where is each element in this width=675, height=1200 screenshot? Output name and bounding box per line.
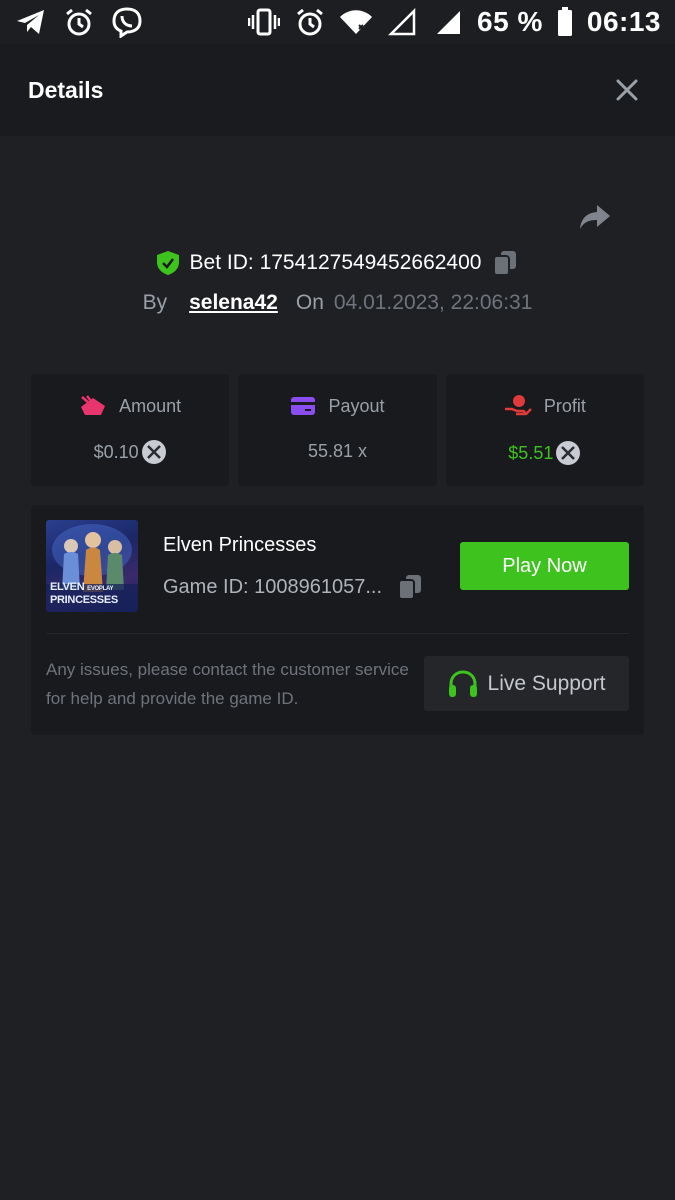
- live-support-label: Live Support: [487, 671, 606, 695]
- game-thumbnail[interactable]: ELVEN EVOPLAY PRINCESSES: [46, 520, 138, 612]
- copy-game-id-button[interactable]: [396, 573, 424, 601]
- copy-bet-id-button[interactable]: [491, 249, 519, 277]
- battery-icon: [555, 5, 575, 39]
- alarm-icon: [62, 5, 96, 39]
- game-id-row: Game ID: 1008961057...: [163, 573, 424, 601]
- bet-date: 04.01.2023, 22:06:31: [333, 291, 533, 314]
- share-button[interactable]: [574, 199, 616, 235]
- battery-percent: 65 %: [477, 6, 543, 37]
- amount-card: Amount $0.10: [31, 374, 230, 486]
- details-header: Details: [0, 44, 675, 136]
- thumb-line2: PRINCESSES: [50, 594, 118, 606]
- bet-id-text: Bet ID: 1754127549452662400: [190, 251, 482, 275]
- amount-value: $0.10: [93, 441, 139, 462]
- profit-label: Profit: [543, 395, 586, 416]
- page-title: Details: [28, 76, 104, 103]
- status-bar: 65 % 06:13: [0, 0, 675, 44]
- vibrate-icon: [247, 5, 281, 39]
- close-button[interactable]: [607, 70, 647, 110]
- share-icon: [580, 205, 610, 229]
- game-id: Game ID: 1008961057...: [163, 575, 383, 598]
- game-card: ELVEN EVOPLAY PRINCESSES Elven Princesse…: [31, 505, 644, 735]
- bet-id-row: Bet ID: 1754127549452662400: [0, 244, 675, 282]
- bet-meta-row: By selena42 On 04.01.2023, 22:06:31: [0, 284, 675, 322]
- on-label: On: [295, 291, 324, 314]
- viber-icon: [110, 5, 144, 39]
- copy-icon: [493, 251, 517, 276]
- signal-empty-icon: [385, 5, 419, 39]
- live-support-button[interactable]: Live Support: [424, 656, 629, 711]
- thumb-brand: EVOPLAY: [87, 586, 114, 592]
- profit-value: $5.51: [508, 442, 554, 463]
- profit-hand-icon: [504, 394, 532, 418]
- username-link[interactable]: selena42: [189, 291, 278, 315]
- divider: [46, 633, 629, 634]
- bet-id-prefix: Bet ID:: [189, 251, 254, 274]
- amount-label: Amount: [119, 395, 182, 416]
- copy-icon: [398, 575, 422, 600]
- verified-shield-icon: [156, 250, 180, 276]
- xrp-coin-icon: [555, 440, 581, 466]
- xrp-coin-icon: [141, 439, 167, 465]
- play-now-button[interactable]: Play Now: [460, 542, 629, 590]
- signal-icon: [431, 5, 465, 39]
- close-icon: [616, 79, 638, 101]
- bet-stats: Amount $0.10 Payout 55.81 x Profit $5.51: [31, 374, 644, 486]
- thumb-line1: ELVEN: [50, 581, 85, 593]
- clock: 06:13: [586, 6, 661, 37]
- payout-label: Payout: [328, 395, 385, 416]
- game-logo: ELVEN EVOPLAY PRINCESSES: [50, 582, 118, 606]
- profit-card: Profit $5.51: [445, 374, 644, 486]
- by-label: By: [142, 291, 168, 314]
- bet-id-value: 1754127549452662400: [259, 251, 482, 274]
- amount-icon: [79, 395, 107, 417]
- game-name: Elven Princesses: [163, 534, 317, 556]
- card-icon: [290, 396, 316, 416]
- payout-card: Payout 55.81 x: [238, 374, 437, 486]
- telegram-icon: [14, 5, 48, 39]
- wifi-icon: [339, 5, 373, 39]
- help-text: Any issues, please contact the customer …: [46, 660, 409, 708]
- payout-value: 55.81 x: [307, 441, 368, 461]
- headset-icon: [448, 669, 478, 698]
- alarm-icon: [293, 5, 327, 39]
